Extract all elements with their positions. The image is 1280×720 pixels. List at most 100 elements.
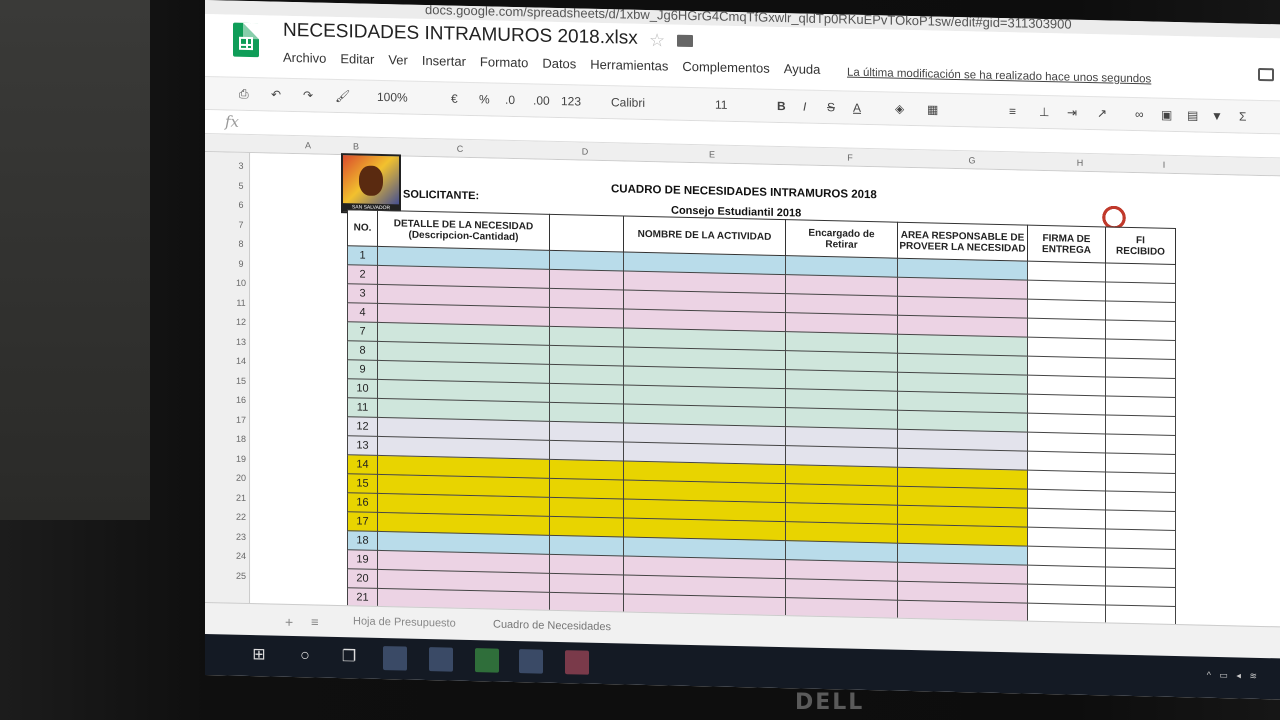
table-cell[interactable] — [1027, 489, 1106, 510]
header-actividad[interactable]: NOMBRE DE LA ACTIVIDAD — [623, 215, 786, 256]
row-number-cell[interactable]: 19 — [347, 549, 378, 570]
row-number[interactable]: 10 — [233, 278, 249, 288]
rotate-icon[interactable]: ↗ — [1097, 106, 1107, 120]
sheets-app-icon[interactable] — [233, 22, 259, 58]
menu-insertar[interactable]: Insertar — [422, 53, 466, 69]
table-cell[interactable] — [785, 312, 898, 335]
table-cell[interactable] — [785, 578, 898, 601]
menu-datos[interactable]: Datos — [542, 56, 576, 72]
search-circle-icon[interactable]: ○ — [293, 644, 317, 669]
menu-complementos[interactable]: Complementos — [682, 59, 769, 76]
document-title[interactable]: NECESIDADES INTRAMUROS 2018.xlsx — [283, 20, 638, 50]
row-number-cell[interactable]: 9 — [347, 359, 378, 380]
table-cell[interactable] — [549, 554, 624, 575]
col-header[interactable]: H — [1065, 158, 1095, 169]
table-cell[interactable] — [785, 293, 898, 316]
table-cell[interactable] — [785, 255, 898, 278]
row-number-cell[interactable]: 18 — [347, 530, 378, 551]
row-number[interactable]: 23 — [233, 531, 249, 541]
sheet-tab-necesidades[interactable]: Cuadro de Necesidades — [493, 619, 611, 634]
table-cell[interactable] — [1105, 300, 1176, 322]
comments-icon[interactable] — [1258, 67, 1274, 82]
header-detalle[interactable]: DETALLE DE LA NECESIDAD (Descripcion-Cant… — [377, 210, 550, 251]
system-tray[interactable]: ^ ▭ ◂ ≋ — [1207, 670, 1260, 682]
taskbar-app-icon[interactable] — [519, 649, 543, 674]
functions-icon[interactable]: Σ — [1239, 109, 1246, 123]
row-number[interactable]: 20 — [233, 473, 249, 483]
menu-herramientas[interactable]: Herramientas — [590, 57, 668, 74]
table-cell[interactable] — [1027, 432, 1106, 453]
table-cell[interactable] — [549, 307, 624, 328]
table-cell[interactable] — [785, 426, 898, 449]
table-cell[interactable] — [549, 288, 624, 309]
header-area[interactable]: AREA RESPONSABLE DE PROVEER LA NECESIDAD — [897, 222, 1028, 262]
font-family-select[interactable]: Calibri — [611, 95, 645, 110]
table-cell[interactable] — [549, 478, 624, 499]
table-cell[interactable] — [1027, 318, 1106, 339]
row-number[interactable]: 13 — [233, 336, 249, 346]
table-cell[interactable] — [1105, 509, 1176, 531]
col-header[interactable]: C — [445, 143, 475, 154]
table-cell[interactable] — [549, 326, 624, 347]
table-cell[interactable] — [785, 274, 898, 297]
table-cell[interactable] — [1105, 357, 1176, 379]
table-cell[interactable] — [1027, 299, 1106, 320]
redo-icon[interactable]: ↷ — [303, 88, 313, 102]
table-cell[interactable] — [785, 350, 898, 373]
italic-button[interactable]: I — [803, 100, 806, 114]
valign-icon[interactable]: ⊥ — [1039, 105, 1049, 119]
row-number[interactable]: 12 — [233, 317, 249, 327]
row-number[interactable]: 21 — [233, 492, 249, 502]
col-header[interactable]: A — [293, 140, 323, 151]
header-no[interactable]: NO. — [347, 209, 378, 247]
table-cell[interactable] — [785, 559, 898, 582]
row-number-cell[interactable]: 14 — [347, 454, 378, 475]
decrease-decimals-button[interactable]: .0 — [505, 93, 515, 107]
menu-ver[interactable]: Ver — [388, 52, 408, 67]
table-cell[interactable] — [1027, 413, 1106, 434]
table-cell[interactable] — [1027, 451, 1106, 472]
row-number-cell[interactable]: 10 — [347, 378, 378, 399]
table-cell[interactable] — [1027, 280, 1106, 301]
row-number[interactable]: 3 — [233, 161, 249, 171]
header-firma[interactable]: FIRMA DE ENTREGA — [1027, 225, 1106, 263]
table-cell[interactable] — [1105, 319, 1176, 341]
table-cell[interactable] — [549, 573, 624, 594]
table-cell[interactable] — [549, 421, 624, 442]
row-number-cell[interactable]: 3 — [347, 283, 378, 304]
print-icon[interactable]: ⎙ — [239, 87, 249, 102]
comment-insert-icon[interactable]: ▣ — [1161, 108, 1172, 122]
table-cell[interactable] — [785, 331, 898, 354]
add-sheet-icon[interactable]: + — [285, 614, 293, 630]
windows-start-icon[interactable]: ⊞ — [247, 643, 271, 668]
star-icon[interactable]: ☆ — [649, 30, 665, 51]
table-cell[interactable] — [1027, 337, 1106, 358]
folder-icon[interactable] — [677, 34, 693, 48]
table-cell[interactable] — [1027, 356, 1106, 377]
table-cell[interactable] — [549, 402, 624, 423]
table-cell[interactable] — [1027, 375, 1106, 396]
menu-formato[interactable]: Formato — [480, 54, 528, 70]
bold-button[interactable]: B — [777, 99, 786, 113]
table-cell[interactable] — [549, 250, 624, 271]
font-size-select[interactable]: 11 — [715, 98, 727, 112]
table-cell[interactable] — [1027, 394, 1106, 415]
currency-format-button[interactable]: € — [451, 92, 458, 106]
last-modified-link[interactable]: La última modificación se ha realizado h… — [847, 67, 1151, 86]
taskbar-app-icon[interactable] — [383, 646, 407, 671]
menu-archivo[interactable]: Archivo — [283, 50, 326, 66]
row-number[interactable]: 25 — [233, 570, 249, 580]
row-number[interactable]: 18 — [233, 434, 249, 444]
row-number-cell[interactable]: 15 — [347, 473, 378, 494]
header-blank[interactable] — [549, 214, 624, 252]
row-number[interactable]: 17 — [233, 414, 249, 424]
row-number[interactable]: 5 — [233, 180, 249, 190]
table-cell[interactable] — [1027, 546, 1106, 567]
table-cell[interactable] — [549, 383, 624, 404]
row-number-cell[interactable]: 11 — [347, 397, 378, 418]
row-number-cell[interactable]: 16 — [347, 492, 378, 513]
col-header[interactable]: D — [570, 146, 600, 157]
menu-editar[interactable]: Editar — [340, 51, 374, 67]
sheet-tab-presupuesto[interactable]: Hoja de Presupuesto — [353, 615, 456, 629]
table-cell[interactable] — [549, 269, 624, 290]
